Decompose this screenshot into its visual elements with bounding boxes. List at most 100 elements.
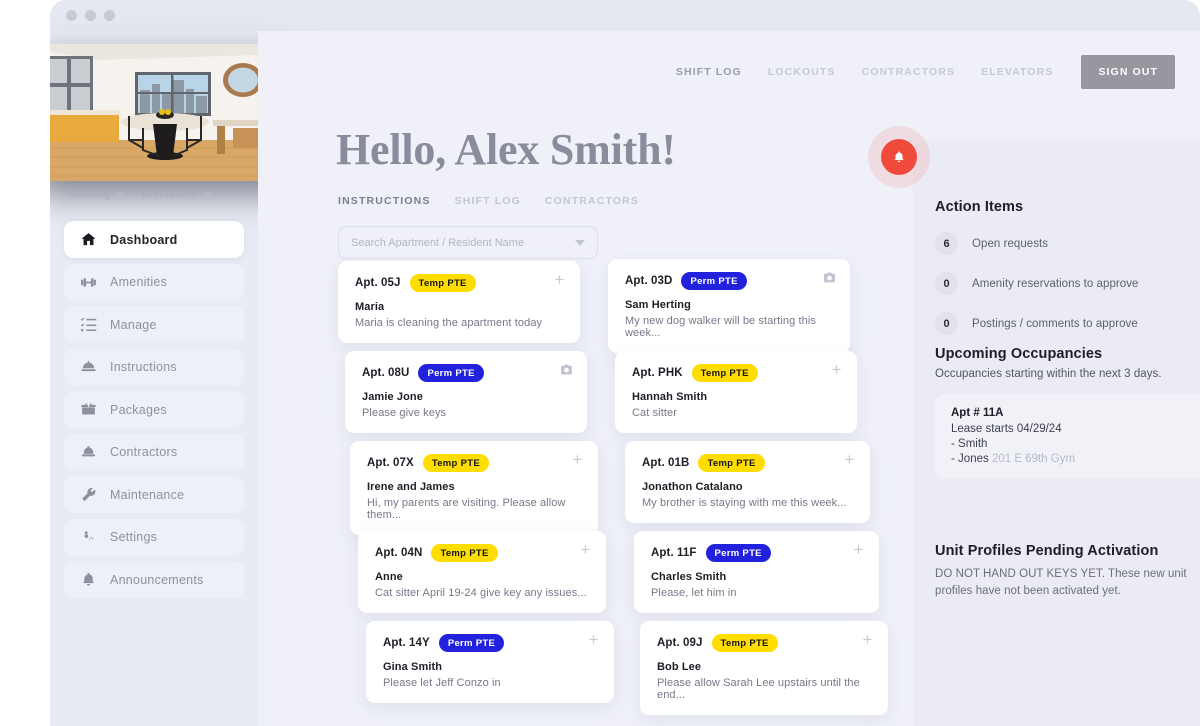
sidebar-item-maintenance[interactable]: Maintenance bbox=[64, 476, 244, 513]
action-item-row[interactable]: 0 Amenity reservations to approve bbox=[935, 272, 1200, 295]
apartment-number: Apt. 07X bbox=[367, 457, 414, 469]
add-icon[interactable]: + bbox=[842, 451, 857, 468]
pte-badge: Perm PTE bbox=[705, 544, 771, 562]
apartment-number: Apt. 01B bbox=[642, 457, 690, 469]
notification-button[interactable] bbox=[868, 126, 930, 188]
building-photo-image bbox=[50, 44, 292, 181]
app-window: Building Unit/Name Dashboard Amenities M… bbox=[50, 0, 1200, 726]
instruction-note: My new dog walker will be starting this … bbox=[625, 315, 816, 339]
apartment-number: Apt. PHK bbox=[632, 367, 683, 379]
resident-name: Jamie Jone bbox=[362, 391, 423, 403]
gears-icon bbox=[80, 529, 97, 546]
sidebar-item-dashboard[interactable]: Dashboard bbox=[64, 221, 244, 258]
instruction-card[interactable]: Apt. 01B Temp PTE Jonathon Catalano My b… bbox=[625, 441, 870, 523]
sidebar-item-label: Dashboard bbox=[110, 232, 178, 247]
instruction-note: Please allow Sarah Lee upstairs until th… bbox=[657, 677, 860, 701]
sidebar-item-contractors[interactable]: Contractors bbox=[64, 433, 244, 471]
apartment-number: Apt. 14Y bbox=[383, 637, 430, 649]
sign-out-button[interactable]: SIGN OUT bbox=[1081, 55, 1175, 89]
window-maximize-dot[interactable] bbox=[104, 10, 115, 21]
resident-name: Anne bbox=[375, 571, 403, 583]
sidebar-item-label: Manage bbox=[110, 317, 157, 332]
action-items-section: Action Items 6 Open requests 0 Amenity r… bbox=[935, 199, 1200, 335]
instruction-card[interactable]: Apt. 03D Perm PTE Sam Herting My new dog… bbox=[608, 259, 850, 353]
pending-body: DO NOT HAND OUT KEYS YET. These new unit… bbox=[935, 568, 1187, 597]
add-icon[interactable]: + bbox=[570, 451, 585, 468]
sidebar-item-label: Settings bbox=[110, 530, 158, 544]
sidebar-item-label: Contractors bbox=[110, 445, 178, 459]
add-icon[interactable]: + bbox=[860, 631, 875, 648]
window-minimize-dot[interactable] bbox=[85, 10, 96, 21]
checklist-icon bbox=[80, 316, 97, 333]
pte-badge: Temp PTE bbox=[698, 454, 765, 472]
sidebar-item-instructions[interactable]: Instructions bbox=[64, 348, 244, 386]
add-icon[interactable]: + bbox=[851, 541, 866, 558]
window-close-dot[interactable] bbox=[66, 10, 77, 21]
action-item-count: 0 bbox=[935, 272, 958, 295]
instruction-note: Please give keys bbox=[362, 407, 447, 419]
camera-icon[interactable] bbox=[822, 270, 837, 285]
apartment-number: Apt. 05J bbox=[355, 277, 401, 289]
instruction-card[interactable]: Apt. 07X Temp PTE Irene and James Hi, my… bbox=[350, 441, 598, 535]
chevron-down-icon bbox=[202, 191, 211, 197]
tenant-name: Jones bbox=[958, 453, 989, 465]
pte-badge: Perm PTE bbox=[438, 634, 505, 652]
resident-name: Gina Smith bbox=[383, 661, 443, 673]
window-titlebar bbox=[50, 0, 1200, 31]
action-item-count: 0 bbox=[935, 312, 958, 335]
wrench-icon bbox=[80, 486, 97, 503]
instruction-card[interactable]: Apt. 14Y Perm PTE Gina Smith Please let … bbox=[366, 621, 614, 703]
add-icon[interactable]: + bbox=[578, 541, 593, 558]
resident-name: Maria bbox=[355, 301, 385, 313]
instruction-card[interactable]: Apt. 09J Temp PTE Bob Lee Please allow S… bbox=[640, 621, 888, 715]
add-icon[interactable]: + bbox=[586, 631, 601, 648]
pte-badge: Temp PTE bbox=[422, 454, 489, 472]
instruction-card[interactable]: Apt. 05J Temp PTE Maria Maria is cleanin… bbox=[338, 261, 580, 343]
chevron-down-icon bbox=[115, 191, 124, 197]
bell-desk-icon bbox=[80, 359, 97, 376]
sidebar-item-announcements[interactable]: Announcements bbox=[64, 561, 244, 598]
apartment-number: Apt. 09J bbox=[657, 637, 703, 649]
sidebar-item-packages[interactable]: Packages bbox=[64, 391, 244, 428]
action-item-count: 6 bbox=[935, 232, 958, 255]
add-icon[interactable]: + bbox=[829, 361, 844, 378]
unit-name-filter[interactable]: Unit/Name bbox=[142, 188, 211, 200]
apartment-number: Apt. 03D bbox=[625, 275, 673, 287]
instruction-note: Please, let him in bbox=[651, 587, 737, 599]
sidebar-item-label: Amenities bbox=[110, 275, 168, 289]
tenant-dash: - bbox=[951, 438, 955, 450]
sidebar-item-amenities[interactable]: Amenities bbox=[64, 263, 244, 301]
occupancy-card[interactable]: Apt # 11A Lease starts 04/29/24 - Smith … bbox=[935, 394, 1200, 479]
instruction-note: Maria is cleaning the apartment today bbox=[355, 317, 543, 329]
apartment-number: Apt. 04N bbox=[375, 547, 423, 559]
instruction-card[interactable]: Apt. 11F Perm PTE Charles Smith Please, … bbox=[634, 531, 879, 613]
sidebar-item-settings[interactable]: Settings bbox=[64, 518, 244, 556]
apartment-number: Apt. 08U bbox=[362, 367, 410, 379]
instruction-card[interactable]: Apt. 04N Temp PTE Anne Cat sitter April … bbox=[358, 531, 606, 613]
right-panel: Action Items 6 Open requests 0 Amenity r… bbox=[868, 126, 1200, 726]
resident-name: Irene and James bbox=[367, 481, 455, 493]
dumbbell-icon bbox=[80, 274, 97, 291]
sidebar-nav: Dashboard Amenities Manage Instructions bbox=[64, 221, 244, 604]
sidebar-filters: Building Unit/Name bbox=[68, 188, 211, 200]
topnav-link-elevators[interactable]: ELEVATORS bbox=[981, 66, 1053, 78]
tenant-name: Smith bbox=[958, 438, 988, 450]
instructions-card-grid: Apt. 05J Temp PTE Maria Maria is cleanin… bbox=[258, 31, 888, 726]
pending-title: Unit Profiles Pending Activation bbox=[935, 543, 1159, 559]
action-item-row[interactable]: 6 Open requests bbox=[935, 232, 1200, 255]
bell-icon bbox=[881, 139, 917, 175]
occupancy-tenant: - Jones 201 E 69th Gym bbox=[951, 453, 1194, 465]
home-icon bbox=[80, 231, 97, 248]
sidebar-item-label: Maintenance bbox=[110, 487, 185, 502]
instruction-card[interactable]: Apt. PHK Temp PTE Hannah Smith Cat sitte… bbox=[615, 351, 857, 433]
instruction-card[interactable]: Apt. 08U Perm PTE Jamie Jone Please give… bbox=[345, 351, 587, 433]
resident-name: Charles Smith bbox=[651, 571, 727, 583]
camera-icon[interactable] bbox=[559, 362, 574, 377]
pte-badge: Perm PTE bbox=[681, 272, 747, 290]
add-icon[interactable]: + bbox=[552, 271, 567, 288]
sidebar-item-manage[interactable]: Manage bbox=[64, 306, 244, 343]
action-item-row[interactable]: 0 Postings / comments to approve bbox=[935, 312, 1200, 335]
instruction-note: Hi, my parents are visiting. Please allo… bbox=[367, 497, 566, 521]
building-filter[interactable]: Building bbox=[68, 188, 124, 200]
package-icon bbox=[80, 401, 97, 418]
